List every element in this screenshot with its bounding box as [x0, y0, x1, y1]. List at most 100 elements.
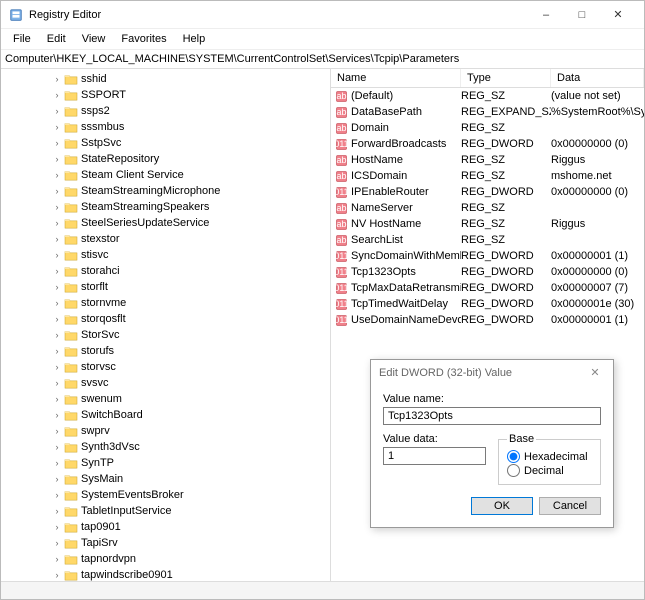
tree-item[interactable]: ›TapiSrv — [3, 535, 328, 551]
value-row[interactable]: SearchListREG_SZ — [331, 232, 644, 248]
tree-item[interactable]: ›svsvc — [3, 375, 328, 391]
value-row[interactable]: NameServerREG_SZ — [331, 200, 644, 216]
expander-icon[interactable]: › — [51, 553, 63, 565]
expander-icon[interactable]: › — [51, 521, 63, 533]
expander-icon[interactable]: › — [51, 281, 63, 293]
expander-icon[interactable]: › — [51, 313, 63, 325]
expander-icon[interactable]: › — [51, 569, 63, 581]
tree-item[interactable]: ›SteelSeriesUpdateService — [3, 215, 328, 231]
tree-item[interactable]: ›tapwindscribe0901 — [3, 567, 328, 581]
tree-item[interactable]: ›TabletInputService — [3, 503, 328, 519]
expander-icon[interactable]: › — [51, 169, 63, 181]
expander-icon[interactable]: › — [51, 297, 63, 309]
value-data-input[interactable] — [383, 447, 486, 465]
tree-item[interactable]: ›storufs — [3, 343, 328, 359]
tree-item[interactable]: ›swprv — [3, 423, 328, 439]
tree-item[interactable]: ›tapnordvpn — [3, 551, 328, 567]
tree-item[interactable]: ›swenum — [3, 391, 328, 407]
close-button[interactable]: ✕ — [600, 4, 636, 26]
tree-item[interactable]: ›StateRepository — [3, 151, 328, 167]
dialog-titlebar[interactable]: Edit DWORD (32-bit) Value ✕ — [371, 360, 613, 385]
tree-item[interactable]: ›SSPORT — [3, 87, 328, 103]
list-header[interactable]: Name Type Data — [331, 69, 644, 88]
expander-icon[interactable]: › — [51, 457, 63, 469]
expander-icon[interactable]: › — [51, 137, 63, 149]
tree-item[interactable]: ›sssmbus — [3, 119, 328, 135]
address-bar[interactable]: Computer\HKEY_LOCAL_MACHINE\SYSTEM\Curre… — [1, 49, 644, 69]
dialog-close-button[interactable]: ✕ — [585, 366, 605, 379]
value-row[interactable]: UseDomainNameDevolutionREG_DWORD0x000000… — [331, 312, 644, 328]
value-row[interactable]: DomainREG_SZ — [331, 120, 644, 136]
ok-button[interactable]: OK — [471, 497, 533, 515]
maximize-button[interactable]: □ — [564, 4, 600, 26]
menu-view[interactable]: View — [74, 31, 114, 47]
menu-edit[interactable]: Edit — [39, 31, 74, 47]
expander-icon[interactable]: › — [51, 233, 63, 245]
expander-icon[interactable]: › — [51, 537, 63, 549]
expander-icon[interactable]: › — [51, 201, 63, 213]
expander-icon[interactable]: › — [51, 441, 63, 453]
expander-icon[interactable]: › — [51, 121, 63, 133]
expander-icon[interactable]: › — [51, 473, 63, 485]
tree-item[interactable]: ›storqosflt — [3, 311, 328, 327]
tree-item[interactable]: ›tap0901 — [3, 519, 328, 535]
value-row[interactable]: IPEnableRouterREG_DWORD0x00000000 (0) — [331, 184, 644, 200]
value-row[interactable]: Tcp1323OptsREG_DWORD0x00000000 (0) — [331, 264, 644, 280]
tree-item[interactable]: ›SteamStreamingMicrophone — [3, 183, 328, 199]
expander-icon[interactable]: › — [51, 329, 63, 341]
col-name[interactable]: Name — [331, 69, 461, 87]
tree-item[interactable]: ›stornvme — [3, 295, 328, 311]
expander-icon[interactable]: › — [51, 265, 63, 277]
menu-help[interactable]: Help — [175, 31, 214, 47]
expander-icon[interactable]: › — [51, 361, 63, 373]
tree-item[interactable]: ›SteamStreamingSpeakers — [3, 199, 328, 215]
tree-item[interactable]: ›SwitchBoard — [3, 407, 328, 423]
expander-icon[interactable]: › — [51, 105, 63, 117]
tree-item[interactable]: ›storflt — [3, 279, 328, 295]
expander-icon[interactable]: › — [51, 377, 63, 389]
radio-dec[interactable]: Decimal — [507, 464, 592, 477]
expander-icon[interactable]: › — [51, 409, 63, 421]
value-row[interactable]: (Default)REG_SZ(value not set) — [331, 88, 644, 104]
col-data[interactable]: Data — [551, 69, 644, 87]
registry-tree[interactable]: ›sshid›SSPORT›ssps2›sssmbus›SstpSvc›Stat… — [1, 69, 331, 581]
radio-hex[interactable]: Hexadecimal — [507, 450, 592, 463]
expander-icon[interactable]: › — [51, 393, 63, 405]
expander-icon[interactable]: › — [51, 153, 63, 165]
tree-item[interactable]: ›Steam Client Service — [3, 167, 328, 183]
value-row[interactable]: TcpMaxDataRetransmissionsREG_DWORD0x0000… — [331, 280, 644, 296]
value-row[interactable]: NV HostNameREG_SZRiggus — [331, 216, 644, 232]
value-row[interactable]: DataBasePathREG_EXPAND_SZ%SystemRoot%\Sy… — [331, 104, 644, 120]
expander-icon[interactable]: › — [51, 489, 63, 501]
radio-hex-input[interactable] — [507, 450, 520, 463]
minimize-button[interactable]: – — [528, 4, 564, 26]
menu-file[interactable]: File — [5, 31, 39, 47]
tree-item[interactable]: ›storahci — [3, 263, 328, 279]
expander-icon[interactable]: › — [51, 185, 63, 197]
tree-item[interactable]: ›StorSvc — [3, 327, 328, 343]
tree-item[interactable]: ›ssps2 — [3, 103, 328, 119]
value-name-input[interactable] — [383, 407, 601, 425]
value-row[interactable]: ICSDomainREG_SZmshome.net — [331, 168, 644, 184]
expander-icon[interactable]: › — [51, 217, 63, 229]
tree-item[interactable]: ›stisvc — [3, 247, 328, 263]
value-row[interactable]: SyncDomainWithMembersh...REG_DWORD0x0000… — [331, 248, 644, 264]
radio-dec-input[interactable] — [507, 464, 520, 477]
menu-favorites[interactable]: Favorites — [113, 31, 174, 47]
tree-item[interactable]: ›SysMain — [3, 471, 328, 487]
tree-item[interactable]: ›Synth3dVsc — [3, 439, 328, 455]
value-row[interactable]: ForwardBroadcastsREG_DWORD0x00000000 (0) — [331, 136, 644, 152]
expander-icon[interactable]: › — [51, 73, 63, 85]
tree-item[interactable]: ›stexstor — [3, 231, 328, 247]
tree-item[interactable]: ›SstpSvc — [3, 135, 328, 151]
expander-icon[interactable]: › — [51, 249, 63, 261]
tree-item[interactable]: ›SystemEventsBroker — [3, 487, 328, 503]
expander-icon[interactable]: › — [51, 345, 63, 357]
expander-icon[interactable]: › — [51, 425, 63, 437]
tree-item[interactable]: ›sshid — [3, 71, 328, 87]
value-row[interactable]: HostNameREG_SZRiggus — [331, 152, 644, 168]
value-row[interactable]: TcpTimedWaitDelayREG_DWORD0x0000001e (30… — [331, 296, 644, 312]
titlebar[interactable]: Registry Editor – □ ✕ — [1, 1, 644, 29]
cancel-button[interactable]: Cancel — [539, 497, 601, 515]
expander-icon[interactable]: › — [51, 505, 63, 517]
